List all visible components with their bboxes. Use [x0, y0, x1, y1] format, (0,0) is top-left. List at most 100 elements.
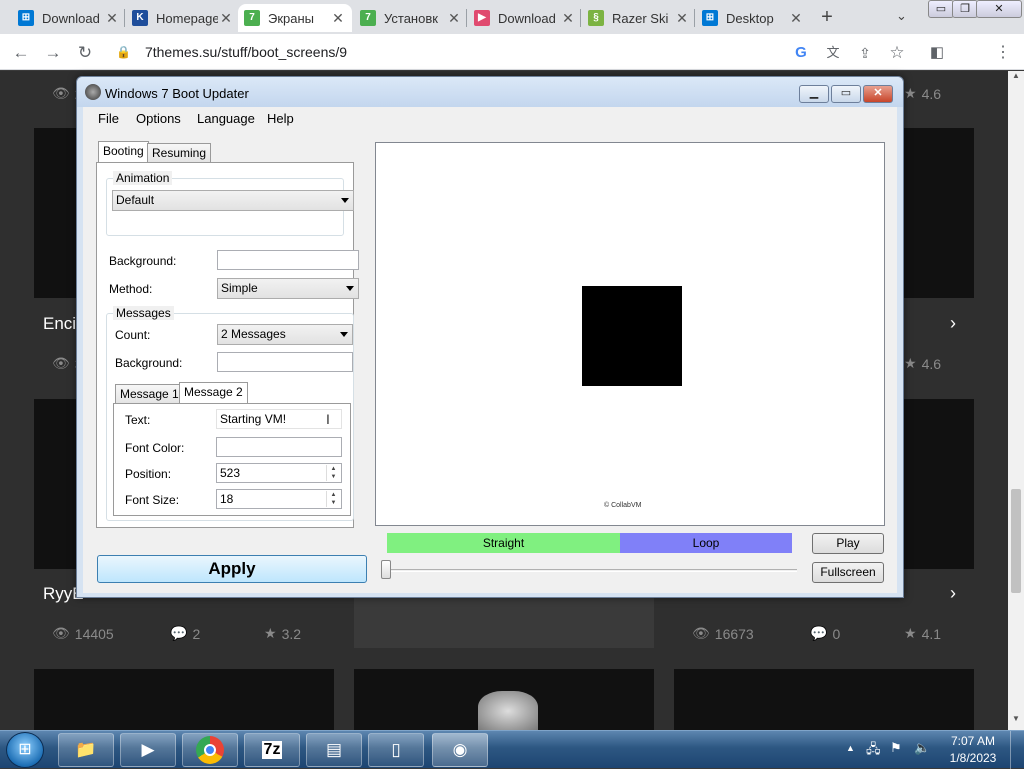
page-scrollbar[interactable]: ▲ ▼ [1008, 71, 1024, 730]
control-panel-taskbar-icon[interactable]: ▤ [306, 733, 362, 767]
close-icon[interactable]: ✕ [674, 10, 690, 27]
minimize-window-button[interactable]: ▭ [928, 0, 954, 18]
chevron-down-icon [346, 286, 354, 291]
app-minimize-button[interactable]: ▁ [799, 85, 829, 103]
preview-watermark: © CollabVM [604, 502, 642, 509]
app-maximize-button[interactable]: ▭ [831, 85, 861, 103]
close-icon[interactable]: ✕ [104, 10, 120, 27]
tab-message-1[interactable]: Message 1 [115, 384, 184, 404]
notepad-taskbar-icon[interactable]: ▯ [368, 733, 424, 767]
back-arrow-icon[interactable]: ← [10, 42, 32, 64]
background-field[interactable] [217, 250, 359, 270]
boot-updater-window: Windows 7 Boot Updater ▁ ▭ ✕ File Option… [76, 76, 904, 598]
chevron-right-icon[interactable]: › [950, 313, 956, 334]
app-close-button[interactable]: ✕ [863, 85, 893, 103]
menu-options[interactable]: Options [136, 111, 181, 126]
menu-kebab-icon[interactable]: ⋮ [992, 42, 1014, 64]
font-size-stepper[interactable]: 18 ▲ ▼ [216, 489, 342, 509]
7themes-logo-icon: 7 [244, 10, 260, 26]
browser-tab[interactable]: ⊞ Download ✕ [12, 4, 126, 32]
clock-time[interactable]: 7:07 AM [946, 734, 1000, 748]
close-icon[interactable]: ✕ [218, 10, 234, 27]
browser-tab[interactable]: 7 Установк ✕ [354, 4, 468, 32]
theme-card[interactable] [674, 669, 974, 730]
share-icon[interactable]: ⇪ [854, 42, 876, 64]
tab-resuming[interactable]: Resuming [147, 143, 212, 163]
browser-tab[interactable]: § Razer Ski ✕ [582, 4, 696, 32]
reload-icon[interactable]: ↻ [74, 42, 96, 64]
comments-stat: 💬 0 [810, 625, 841, 642]
scroll-up-arrow-icon[interactable]: ▲ [1008, 71, 1024, 85]
restore-window-button[interactable]: ❐ [952, 0, 978, 18]
browser-tab[interactable]: ⊞ Desktop ✕ [696, 4, 810, 32]
theme-card[interactable] [34, 669, 334, 730]
star-icon: ★ [904, 85, 917, 101]
scrollbar-thumb[interactable] [1011, 489, 1021, 593]
new-tab-button[interactable]: + [816, 6, 838, 28]
menu-language[interactable]: Language [197, 111, 255, 126]
7themes-logo-icon: 7 [360, 10, 376, 26]
media-player-taskbar-icon[interactable]: ▶ [120, 733, 176, 767]
taskbar: ⊞ 📁 ▶ 7z ▤ ▯ ◉ ▲ 🖧 ⚑ 🔈 7:07 AM 1/8/2023 [0, 730, 1024, 769]
text-field[interactable]: Starting VM! [216, 409, 342, 429]
clock-date[interactable]: 1/8/2023 [946, 751, 1000, 765]
close-icon[interactable]: ✕ [788, 10, 804, 27]
apply-button[interactable]: Apply [97, 555, 367, 583]
tab-title: Desktop [726, 10, 774, 26]
action-center-icon[interactable]: ⚑ [890, 740, 902, 756]
play-button[interactable]: Play [812, 533, 884, 554]
font-color-field[interactable] [216, 437, 342, 457]
google-icon[interactable]: G [790, 42, 812, 64]
card-title[interactable]: Enci [43, 314, 76, 334]
position-stepper[interactable]: 523 ▲ ▼ [216, 463, 342, 483]
messages-group-label: Messages [113, 306, 174, 320]
spin-arrows-icon[interactable]: ▲ ▼ [326, 465, 340, 481]
straight-segment[interactable]: Straight [387, 533, 620, 553]
address-bar[interactable]: 🔒 7themes.su/stuff/boot_screens/9 [108, 38, 784, 66]
tab-title: Download [42, 10, 100, 26]
close-window-button[interactable]: ✕ [976, 0, 1022, 18]
translate-icon[interactable]: 文 [822, 42, 844, 64]
start-button[interactable]: ⊞ [6, 732, 44, 768]
spin-arrows-icon[interactable]: ▲ ▼ [326, 491, 340, 507]
show-hidden-icons-icon[interactable]: ▲ [846, 743, 855, 753]
star-icon: ★ [264, 625, 277, 641]
animation-select[interactable]: Default [112, 190, 354, 211]
bookmark-star-icon[interactable]: ☆ [886, 42, 908, 64]
close-icon[interactable]: ✕ [330, 10, 346, 27]
explorer-taskbar-icon[interactable]: 📁 [58, 733, 114, 767]
app-title: Windows 7 Boot Updater [105, 86, 249, 101]
comment-icon: 💬 [810, 625, 828, 641]
messages-background-field[interactable] [217, 352, 353, 372]
menu-file[interactable]: File [98, 111, 119, 126]
app-title-bar[interactable]: Windows 7 Boot Updater ▁ ▭ ✕ [77, 77, 903, 107]
count-select[interactable]: 2 Messages [217, 324, 353, 345]
boot-updater-taskbar-icon[interactable]: ◉ [432, 733, 488, 767]
7zip-taskbar-icon[interactable]: 7z [244, 733, 300, 767]
tab-search-chevron-icon[interactable]: ⌄ [896, 8, 907, 24]
scroll-down-arrow-icon[interactable]: ▼ [1008, 714, 1024, 728]
comment-icon: 💬 [170, 625, 188, 641]
loop-segment[interactable]: Loop [620, 533, 792, 553]
browser-tab[interactable]: ▶ Download ✕ [468, 4, 582, 32]
close-icon[interactable]: ✕ [446, 10, 462, 27]
browser-tab-active[interactable]: 7 Экраны ✕ [238, 4, 352, 32]
lock-icon[interactable]: 🔒 [116, 45, 131, 59]
fullscreen-button[interactable]: Fullscreen [812, 562, 884, 583]
chevron-down-icon [341, 198, 349, 203]
network-icon[interactable]: 🖧 [866, 740, 881, 762]
method-select[interactable]: Simple [217, 278, 359, 299]
chevron-right-icon[interactable]: › [950, 583, 956, 604]
menu-help[interactable]: Help [267, 111, 294, 126]
side-panel-icon[interactable]: ◧ [926, 42, 948, 64]
forward-arrow-icon[interactable]: → [42, 42, 64, 64]
volume-icon[interactable]: 🔈 [914, 740, 930, 756]
close-icon[interactable]: ✕ [560, 10, 576, 27]
show-desktop-button[interactable] [1010, 731, 1024, 769]
chrome-taskbar-icon[interactable] [182, 733, 238, 767]
browser-tab[interactable]: K Homepage ✕ [126, 4, 240, 32]
url-text[interactable]: 7themes.su/stuff/boot_screens/9 [145, 44, 347, 60]
timeline-slider-thumb[interactable] [381, 560, 391, 579]
tab-message-2[interactable]: Message 2 [179, 382, 248, 404]
tab-booting[interactable]: Booting [98, 141, 149, 163]
